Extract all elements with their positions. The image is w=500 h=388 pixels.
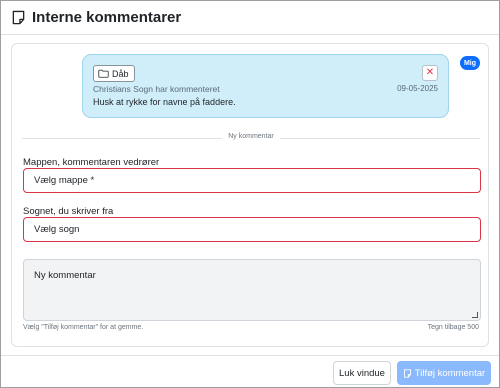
- folder-field-label: Mappen, kommentaren vedrører: [23, 157, 160, 168]
- comment-text: Husk at rykke for navne på faddere.: [93, 97, 236, 107]
- note-icon: [403, 368, 411, 378]
- character-counter: Tegn tilbage 500: [427, 324, 479, 331]
- divider-label: Ny kommentar: [222, 133, 280, 140]
- dialog-footer: Luk vindue Tilføj kommentar: [1, 355, 499, 388]
- dialog-header: Interne kommentarer: [1, 1, 499, 35]
- add-comment-label: Tilføj kommentar: [414, 367, 486, 379]
- author-badge: Mig: [460, 56, 480, 70]
- comment-date: 09-05-2025: [397, 84, 438, 93]
- save-hint: Vælg "Tilføj kommentar" for at gemme.: [23, 324, 144, 331]
- dialog-title: Interne kommentarer: [32, 9, 182, 26]
- parish-select[interactable]: Vælg sogn: [23, 217, 481, 242]
- folder-chip: Dåb: [93, 65, 135, 82]
- resize-grip[interactable]: [472, 312, 478, 318]
- comment-textarea[interactable]: Ny kommentar: [23, 259, 481, 321]
- folder-select[interactable]: Vælg mappe *: [23, 168, 481, 193]
- folder-select-value: Vælg mappe *: [34, 175, 95, 186]
- comment-bubble: Dåb ✕ Christians Sogn har kommenteret 09…: [82, 54, 449, 118]
- close-window-button[interactable]: Luk vindue: [333, 361, 391, 385]
- folder-chip-label: Dåb: [112, 68, 129, 79]
- close-icon: ✕: [425, 67, 435, 78]
- comments-dialog: Interne kommentarer Dåb ✕ Christians Sog…: [0, 0, 500, 388]
- dialog-body: Dåb ✕ Christians Sogn har kommenteret 09…: [11, 43, 489, 347]
- parish-select-value: Vælg sogn: [34, 224, 80, 235]
- note-icon: [11, 10, 26, 25]
- delete-comment-button[interactable]: ✕: [422, 65, 438, 81]
- comment-placeholder: Ny kommentar: [34, 270, 96, 281]
- close-window-label: Luk vindue: [339, 367, 385, 379]
- folder-icon: [98, 69, 109, 78]
- parish-field-label: Sognet, du skriver fra: [23, 206, 114, 217]
- comment-author: Christians Sogn har kommenteret: [93, 84, 220, 94]
- add-comment-button[interactable]: Tilføj kommentar: [397, 361, 491, 385]
